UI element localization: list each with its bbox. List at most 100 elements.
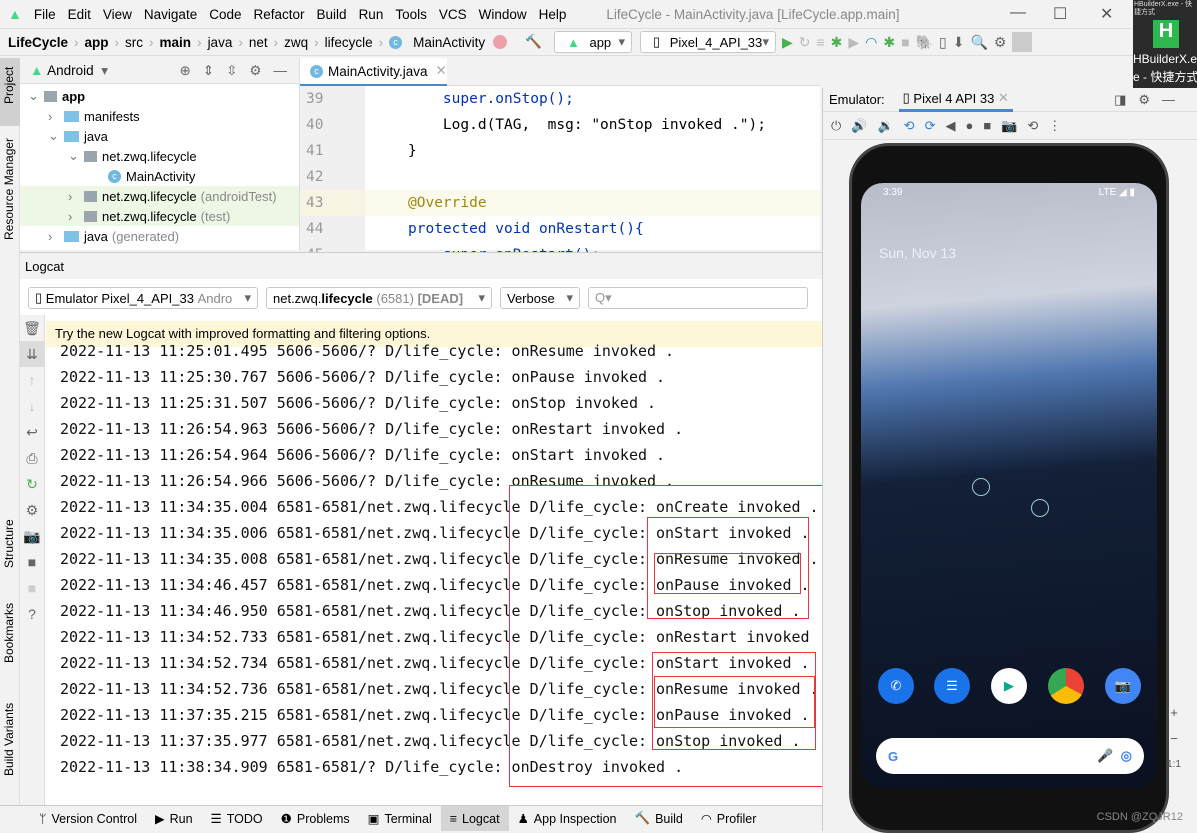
breadcrumb-item[interactable]: zwq bbox=[284, 35, 308, 50]
build-hammer-icon[interactable]: 🔨 bbox=[525, 34, 542, 50]
breadcrumb-item[interactable]: MainActivity bbox=[413, 35, 485, 50]
desktop-shortcut[interactable]: HBuilderX.exe - 快捷方式 H HBuilderX.e e - 快… bbox=[1133, 0, 1197, 88]
menu-navigate[interactable]: Navigate bbox=[144, 7, 197, 22]
expand-arrow-icon[interactable]: › bbox=[48, 109, 64, 124]
tree-item[interactable]: ⌄ net.zwq.lifecycle bbox=[20, 146, 299, 166]
maximize-button[interactable]: ☐ bbox=[1053, 4, 1067, 24]
menu-edit[interactable]: Edit bbox=[68, 7, 91, 22]
logcat-search-input[interactable]: Q▾ bbox=[588, 287, 808, 309]
menu-code[interactable]: Code bbox=[209, 7, 241, 22]
phone-app-icon[interactable]: ✆ bbox=[878, 668, 914, 704]
zoom-in-button[interactable]: + bbox=[1161, 700, 1187, 726]
home-icon[interactable]: ● bbox=[965, 118, 973, 133]
phone-screen[interactable]: 3:39 LTE ◢ ▮ Sun, Nov 13 ✆ ☰ ▶ 📷 G 🎤 ◎ bbox=[861, 183, 1157, 788]
screenshot-camera-icon[interactable]: 📷 bbox=[20, 523, 44, 549]
tree-item[interactable]: › manifests bbox=[20, 106, 299, 126]
coverage-icon[interactable]: ▶ bbox=[848, 34, 859, 51]
apply-changes-icon[interactable]: ↻ bbox=[799, 34, 811, 51]
tree-item[interactable]: › net.zwq.lifecycle (androidTest) bbox=[20, 186, 299, 206]
attach-debugger-icon[interactable]: ✱ bbox=[883, 34, 895, 51]
expand-arrow-icon[interactable]: ⌄ bbox=[28, 88, 44, 104]
side-tab-resource-manager[interactable]: Resource Manager bbox=[2, 138, 16, 240]
tree-item[interactable]: c MainActivity bbox=[20, 166, 299, 186]
side-tab-structure[interactable]: Structure bbox=[2, 519, 16, 568]
messages-app-icon[interactable]: ☰ bbox=[934, 668, 970, 704]
tool-tab-profiler[interactable]: ◠ Profiler bbox=[692, 806, 766, 831]
device-dropdown[interactable]: ▯ Pixel_4_API_33 ▾ bbox=[639, 31, 776, 53]
expand-arrow-icon[interactable]: › bbox=[68, 189, 84, 204]
screen-record-icon[interactable]: ■ bbox=[20, 549, 44, 575]
menu-run[interactable]: Run bbox=[359, 7, 384, 22]
menu-tools[interactable]: Tools bbox=[395, 7, 427, 22]
minimize-button[interactable]: — bbox=[1010, 4, 1026, 22]
tool-tab-problems[interactable]: ❶ Problems bbox=[272, 806, 359, 831]
tree-item[interactable]: ⌄ java bbox=[20, 126, 299, 146]
more-icon[interactable]: ⋮ bbox=[1048, 118, 1061, 134]
menu-vcs[interactable]: VCS bbox=[439, 7, 467, 22]
mic-icon[interactable]: 🎤 bbox=[1097, 748, 1113, 764]
clear-logcat-icon[interactable]: 🗑 bbox=[20, 315, 44, 341]
emulator-window-icons[interactable]: ◨⚙— bbox=[1114, 92, 1187, 108]
breadcrumb-item[interactable]: app bbox=[85, 35, 109, 50]
lens-icon[interactable]: ◎ bbox=[1121, 748, 1132, 764]
tool-tab-logcat[interactable]: ≡ Logcat bbox=[440, 806, 509, 831]
tree-item[interactable]: › net.zwq.lifecycle (test) bbox=[20, 206, 299, 226]
logcat-process-dropdown[interactable]: net.zwq. lifecycle (6581) [DEAD] ▾ bbox=[266, 287, 492, 309]
side-tab-project[interactable]: Project bbox=[2, 67, 16, 104]
tool-tab-todo[interactable]: ☰ TODO bbox=[202, 806, 272, 831]
screenshot-camera-icon[interactable]: 📷 bbox=[1001, 118, 1017, 134]
scroll-to-end-icon[interactable]: ⇊ bbox=[20, 341, 44, 367]
tool-tab-build[interactable]: 🔨 Build bbox=[625, 806, 691, 831]
log-level-dropdown[interactable]: Verbose ▾ bbox=[500, 287, 580, 309]
breadcrumb-item[interactable]: main bbox=[160, 35, 192, 50]
search-icon[interactable]: 🔍 bbox=[970, 34, 987, 51]
run-config-dropdown[interactable]: ▲ app ▾ bbox=[553, 31, 632, 53]
tool-tab-app-inspection[interactable]: ♟ App Inspection bbox=[509, 806, 626, 831]
zoom-reset-button[interactable]: 1:1 bbox=[1161, 752, 1187, 778]
soft-wrap-icon[interactable]: ↩ bbox=[20, 419, 44, 445]
tool-tab-terminal[interactable]: ▣ Terminal bbox=[359, 806, 441, 831]
restart-icon[interactable]: ↻ bbox=[20, 471, 44, 497]
settings-gear-icon[interactable]: ⚙ bbox=[20, 497, 44, 523]
device-manager-icon[interactable]: ▯ bbox=[939, 34, 947, 51]
print-icon[interactable]: ⎙ bbox=[20, 445, 44, 471]
breadcrumb-item[interactable]: java bbox=[208, 35, 233, 50]
down-arrow-icon[interactable]: ↓ bbox=[20, 393, 44, 419]
side-tab-build-variants[interactable]: Build Variants bbox=[2, 703, 16, 776]
expand-arrow-icon[interactable]: ⌄ bbox=[68, 148, 84, 164]
menu-window[interactable]: Window bbox=[479, 7, 527, 22]
expand-arrow-icon[interactable]: ⌄ bbox=[48, 128, 64, 144]
project-tool-icons[interactable]: ⊕⇕⇳⚙— bbox=[179, 63, 299, 79]
volume-down-icon[interactable]: 🔉 bbox=[877, 118, 893, 134]
apply-code-changes-icon[interactable]: ≡ bbox=[816, 34, 824, 50]
expand-arrow-icon[interactable]: › bbox=[48, 229, 64, 244]
volume-up-icon[interactable]: 🔊 bbox=[851, 118, 867, 134]
google-search-bar[interactable]: G 🎤 ◎ bbox=[876, 738, 1144, 774]
stop-icon[interactable]: ■ bbox=[901, 34, 909, 50]
code-editor[interactable]: c MainActivity.java ✕ 39 super.onStop(); 40… bbox=[300, 58, 820, 268]
rotate-left-icon[interactable]: ⟲ bbox=[904, 118, 915, 134]
stop-icon[interactable]: ■ bbox=[20, 575, 44, 601]
account-avatar[interactable] bbox=[1012, 32, 1033, 52]
help-icon[interactable]: ? bbox=[20, 601, 44, 627]
zoom-out-button[interactable]: − bbox=[1161, 726, 1187, 752]
tab-mainactivity[interactable]: c MainActivity.java ✕ bbox=[300, 58, 447, 86]
camera-app-icon[interactable]: 📷 bbox=[1105, 668, 1141, 704]
tree-item[interactable]: › java (generated) bbox=[20, 226, 299, 246]
project-view-dropdown[interactable]: Android bbox=[47, 63, 94, 78]
rotate-right-icon[interactable]: ⟳ bbox=[925, 118, 936, 134]
overview-icon[interactable]: ■ bbox=[983, 118, 991, 133]
emulator-tab[interactable]: ▯ Pixel 4 API 33 ✕ bbox=[898, 88, 1013, 112]
side-tab-bookmarks[interactable]: Bookmarks bbox=[2, 603, 16, 663]
power-icon[interactable]: ⏻ bbox=[831, 118, 841, 134]
back-icon[interactable]: ◀ bbox=[945, 118, 955, 134]
breadcrumb-item[interactable]: net bbox=[249, 35, 268, 50]
snapshot-icon[interactable]: ⟲ bbox=[1027, 118, 1038, 134]
breadcrumb-item[interactable]: lifecycle bbox=[325, 35, 373, 50]
menu-view[interactable]: View bbox=[103, 7, 132, 22]
breadcrumb-item[interactable]: src bbox=[125, 35, 143, 50]
up-arrow-icon[interactable]: ↑ bbox=[20, 367, 44, 393]
tree-item[interactable]: ⌄ app bbox=[20, 86, 299, 106]
menu-build[interactable]: Build bbox=[317, 7, 347, 22]
play-store-icon[interactable]: ▶ bbox=[991, 668, 1027, 704]
